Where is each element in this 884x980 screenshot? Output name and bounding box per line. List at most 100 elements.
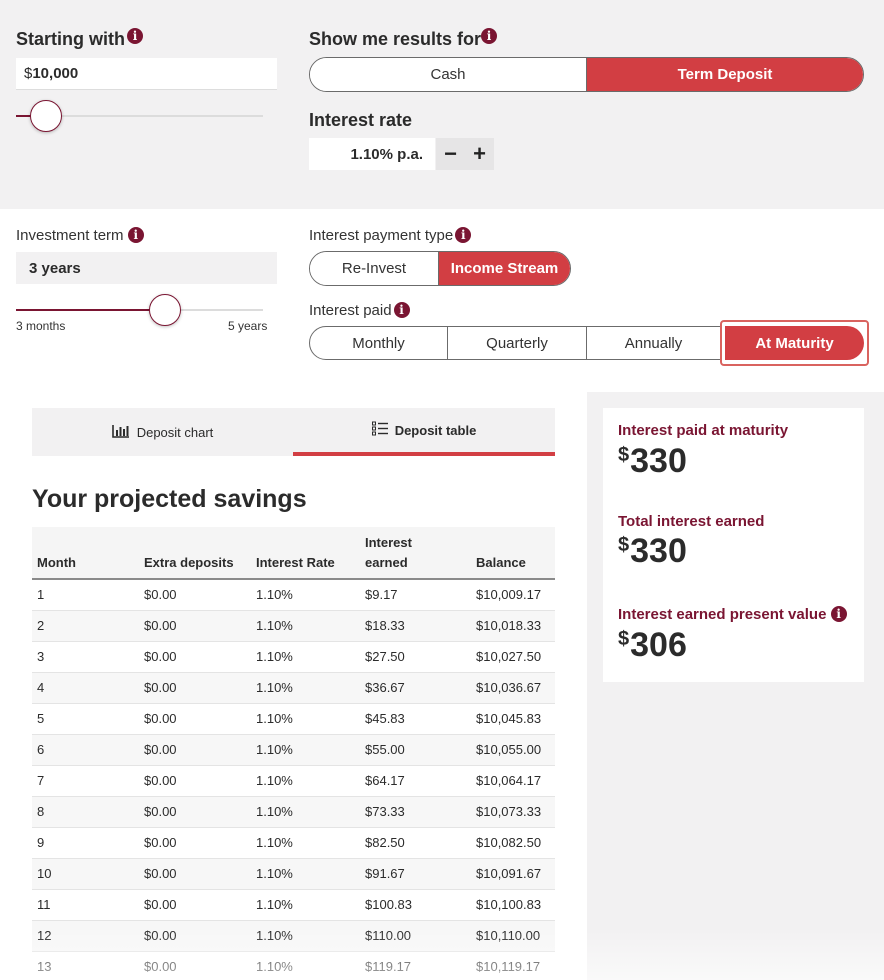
extra-deposits-cell: $0.00 [139, 889, 251, 921]
payment-type-heading: Interest payment type i [309, 227, 472, 244]
annually-option[interactable]: Annually [587, 326, 721, 360]
balance-cell: $10,055.00 [471, 734, 555, 766]
interest-rate-cell: 1.10% [251, 920, 360, 952]
currency-symbol: $ [618, 444, 630, 466]
term-deposit-option[interactable]: Term Deposit [587, 58, 863, 91]
reinvest-option[interactable]: Re-Invest [310, 252, 439, 285]
month-cell: 2 [32, 610, 139, 642]
extra-deposits-cell: $0.00 [139, 579, 251, 611]
interest-rate-cell: 1.10% [251, 827, 360, 859]
monthly-option[interactable]: Monthly [309, 326, 448, 360]
extra-deposits-cell: $0.00 [139, 610, 251, 642]
tab-deposit-chart[interactable]: Deposit chart [32, 408, 293, 456]
info-icon[interactable]: i [127, 28, 143, 44]
balance-cell: $10,064.17 [471, 765, 555, 797]
month-cell: 9 [32, 827, 139, 859]
table-row: 10 $0.00 1.10% $91.67 $10,091.67 [32, 858, 555, 890]
tab-deposit-table[interactable]: Deposit table [293, 408, 555, 456]
table-row: 11 $0.00 1.10% $100.83 $10,100.83 [32, 889, 555, 921]
month-cell: 12 [32, 920, 139, 952]
month-cell: 11 [32, 889, 139, 921]
interest-earned-cell: $18.33 [360, 610, 471, 642]
extra-deposits-cell: $0.00 [139, 765, 251, 797]
interest-earned-cell: $9.17 [360, 579, 471, 611]
month-cell: 7 [32, 765, 139, 797]
starting-slider-thumb[interactable] [30, 100, 62, 132]
info-icon[interactable]: i [830, 606, 847, 622]
extra-deposits-cell: $0.00 [139, 827, 251, 859]
term-max-label: 5 years [228, 319, 268, 333]
table-row: 7 $0.00 1.10% $64.17 $10,064.17 [32, 765, 555, 797]
present-value-label: Interest earned present value [618, 606, 827, 623]
total-interest-value: $330 [618, 532, 687, 571]
info-icon[interactable]: i [455, 227, 472, 243]
month-cell: 3 [32, 641, 139, 673]
maturity-interest-amount: 330 [630, 442, 687, 480]
at-maturity-option[interactable]: At Maturity [725, 326, 864, 360]
month-cell: 5 [32, 703, 139, 735]
term-slider-thumb[interactable] [149, 294, 181, 326]
interest-earned-cell: $36.67 [360, 672, 471, 704]
month-cell: 1 [32, 579, 139, 611]
projected-savings-title: Your projected savings [32, 485, 307, 513]
investment-term-field[interactable]: 3 years [16, 252, 277, 284]
balance-cell: $10,100.83 [471, 889, 555, 921]
extra-deposits-cell: $0.00 [139, 858, 251, 890]
table-row: 13 $0.00 1.10% $119.17 $10,119.17 [32, 951, 555, 980]
table-row: 2 $0.00 1.10% $18.33 $10,018.33 [32, 610, 555, 642]
month-cell: 10 [32, 858, 139, 890]
term-slider-fill [16, 309, 166, 311]
income-stream-option[interactable]: Income Stream [439, 252, 570, 285]
table-row: 3 $0.00 1.10% $27.50 $10,027.50 [32, 641, 555, 673]
interest-rate-cell: 1.10% [251, 672, 360, 704]
interest-rate-cell: 1.10% [251, 641, 360, 673]
month-cell: 4 [32, 672, 139, 704]
info-icon[interactable]: i [481, 28, 498, 44]
interest-rate-cell: 1.10% [251, 610, 360, 642]
interest-rate-cell: 1.10% [251, 796, 360, 828]
summary-card: Interest paid at maturity $330 Total int… [603, 408, 864, 682]
balance-cell: $10,018.33 [471, 610, 555, 642]
present-value-heading: Interest earned present value i [618, 606, 847, 623]
balance-cell: $10,091.67 [471, 858, 555, 890]
extra-deposits-cell: $0.00 [139, 920, 251, 952]
column-header-extra-deposits: Extra deposits [139, 527, 251, 580]
interest-rate-cell: 1.10% [251, 734, 360, 766]
term-min-label: 3 months [16, 319, 66, 333]
interest-earned-cell: $64.17 [360, 765, 471, 797]
table-body: 1 $0.00 1.10% $9.17 $10,009.17 2 $0.00 1.10% $18… [32, 579, 555, 980]
total-interest-amount: 330 [630, 532, 687, 570]
balance-cell: $10,119.17 [471, 951, 555, 980]
starting-amount-input[interactable]: $10,000 [16, 58, 277, 90]
interest-earned-cell: $55.00 [360, 734, 471, 766]
investment-term-heading: Investment term i [16, 227, 144, 244]
quarterly-option[interactable]: Quarterly [448, 326, 587, 360]
interest-rate-cell: 1.10% [251, 765, 360, 797]
balance-cell: $10,073.33 [471, 796, 555, 828]
info-icon[interactable]: i [127, 227, 144, 243]
table-row: 6 $0.00 1.10% $55.00 $10,055.00 [32, 734, 555, 766]
list-icon [371, 421, 388, 439]
balance-cell: $10,082.50 [471, 827, 555, 859]
results-for-heading: Show me results for i [309, 28, 498, 50]
cash-option[interactable]: Cash [310, 58, 587, 91]
table-row: 5 $0.00 1.10% $45.83 $10,045.83 [32, 703, 555, 735]
extra-deposits-cell: $0.00 [139, 672, 251, 704]
interest-paid-heading: Interest paid i [309, 302, 410, 319]
starting-with-heading: Starting with i [16, 28, 143, 50]
rate-increase-button[interactable]: + [465, 138, 494, 170]
payment-type-toggle: Re-Invest Income Stream [309, 251, 571, 286]
results-for-toggle: Cash Term Deposit [309, 57, 864, 92]
payment-type-label: Interest payment type [309, 227, 454, 244]
extra-deposits-cell: $0.00 [139, 796, 251, 828]
info-icon[interactable]: i [393, 302, 410, 318]
starting-with-label: Starting with [16, 29, 125, 49]
interest-rate-field[interactable]: 1.10% p.a. [309, 138, 435, 170]
interest-earned-cell: $119.17 [360, 951, 471, 980]
interest-rate-cell: 1.10% [251, 951, 360, 980]
extra-deposits-cell: $0.00 [139, 734, 251, 766]
rate-decrease-button[interactable]: − [436, 138, 465, 170]
table-header-row: Month Extra deposits Interest Rate Inter… [32, 527, 555, 580]
currency-symbol: $ [618, 628, 630, 650]
interest-earned-cell: $91.67 [360, 858, 471, 890]
